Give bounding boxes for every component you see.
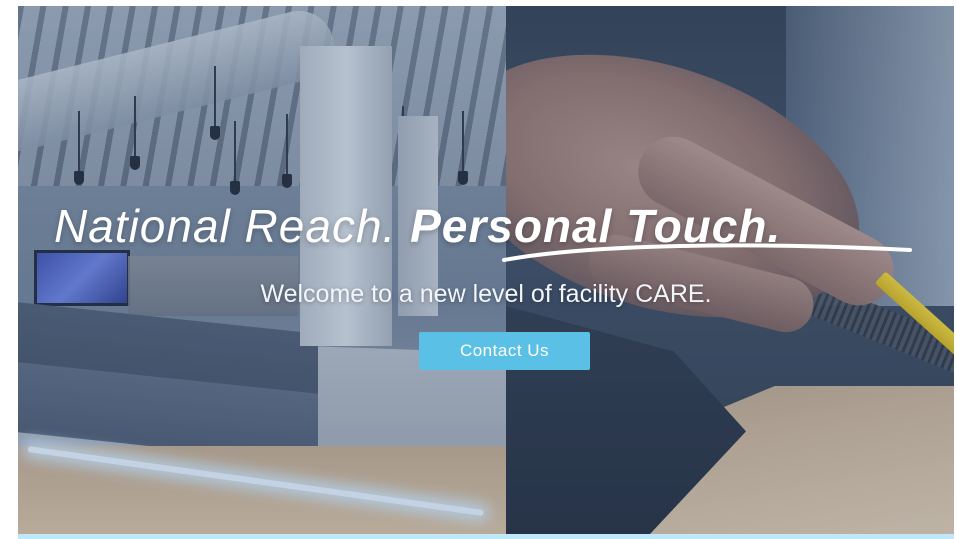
hero-overlay — [18, 6, 954, 534]
brush-underline — [502, 243, 912, 262]
bottom-accent-bar — [18, 534, 954, 539]
hero-subtitle: Welcome to a new level of facility CARE. — [260, 280, 712, 308]
hero-banner: National Reach. Personal Touch. Welcome … — [18, 6, 954, 534]
contact-us-button[interactable]: Contact Us — [419, 332, 590, 370]
headline-part-reach: National Reach. — [54, 200, 397, 252]
